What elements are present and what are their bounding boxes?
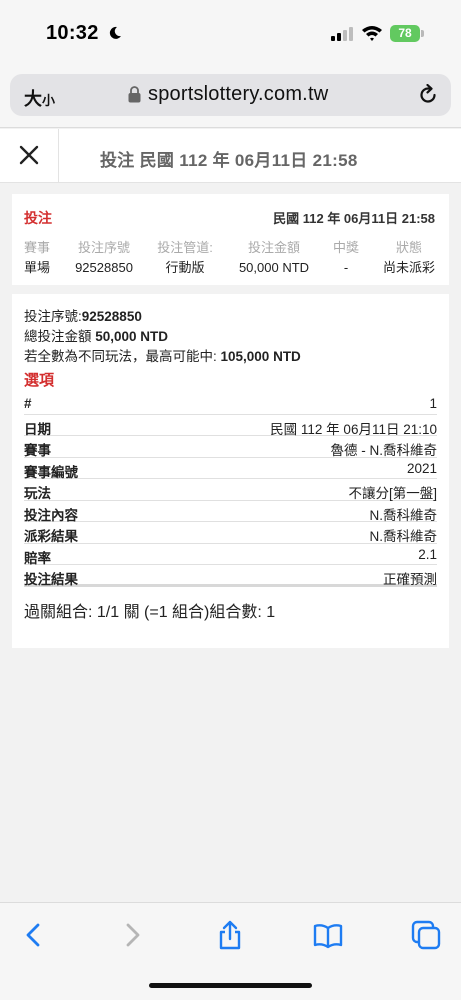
close-icon[interactable] bbox=[17, 143, 41, 167]
summary-col-status: 狀態 尚未派彩 bbox=[382, 240, 435, 275]
status-bar: 10:32 78 bbox=[0, 0, 461, 62]
summary-columns: 賽事 單場 投注序號 92528850 投注管道: 行動版 投注金額 50,00… bbox=[12, 238, 449, 278]
browser-address-area: 大小 sportslottery.com.tw bbox=[0, 62, 461, 128]
table-row: 賽事 魯德 - N.喬科維奇 bbox=[24, 436, 437, 458]
table-row: 投注內容 N.喬科維奇 bbox=[24, 501, 437, 523]
serial-line: 投注序號:92528850 bbox=[24, 309, 142, 324]
table-row: 派彩結果 N.喬科維奇 bbox=[24, 522, 437, 544]
table-row: 賠率 2.1 bbox=[24, 544, 437, 566]
bet-date: 民國 112 年 06月11日 21:58 bbox=[273, 211, 435, 226]
summary-col-win: 中獎 - bbox=[332, 240, 359, 275]
battery-level: 78 bbox=[398, 26, 412, 40]
summary-col-channel: 投注管道: 行動版 bbox=[157, 240, 213, 275]
summary-col-serial: 投注序號 92528850 bbox=[75, 240, 133, 275]
tabs-icon[interactable] bbox=[410, 919, 442, 951]
url-text[interactable]: sportslottery.com.tw bbox=[148, 83, 328, 106]
battery-icon: 78 bbox=[390, 25, 424, 43]
forward-icon[interactable] bbox=[116, 919, 148, 951]
table-row: #1 bbox=[24, 393, 437, 415]
total-amount-line: 總投注金額 50,000 NTD bbox=[24, 329, 169, 344]
table-row: 賽事編號 2021 bbox=[24, 458, 437, 480]
table-row: 日期 民國 112 年 06月11日 21:10 bbox=[24, 415, 437, 437]
header-divider bbox=[58, 129, 59, 183]
share-icon[interactable] bbox=[214, 919, 246, 951]
text-size-button[interactable]: 大小 bbox=[24, 85, 55, 111]
status-time: 10:32 bbox=[46, 22, 99, 44]
options-heading: 選項 bbox=[24, 372, 55, 389]
bet-detail-card: 投注序號:92528850 總投注金額 50,000 NTD 若全數為不同玩法，… bbox=[12, 294, 449, 648]
table-row: 投注結果 正確預測 bbox=[24, 565, 437, 587]
combination-summary: 過關組合: 1/1 關 (=1 組合)組合數: 1 bbox=[24, 604, 276, 621]
page-header: 投注 民國 112 年 06月11日 21:58 bbox=[0, 129, 461, 183]
signal-icon bbox=[331, 27, 353, 41]
max-payout-line: 若全數為不同玩法，最高可能中: 105,000 NTD bbox=[24, 349, 301, 364]
summary-col-amount: 投注金額 50,000 NTD bbox=[238, 240, 310, 275]
lock-icon bbox=[128, 86, 141, 103]
moon-icon bbox=[109, 26, 121, 39]
page-title: 投注 民國 112 年 06月11日 21:58 bbox=[100, 151, 358, 170]
wifi-icon bbox=[362, 26, 382, 41]
bet-type-label: 投注 bbox=[24, 210, 52, 226]
address-bar[interactable]: 大小 sportslottery.com.tw bbox=[10, 74, 451, 116]
bet-summary-card: 投注 民國 112 年 06月11日 21:58 賽事 單場 投注序號 9252… bbox=[12, 194, 449, 285]
table-row: 玩法 不讓分[第一盤] bbox=[24, 479, 437, 501]
bookmarks-icon[interactable] bbox=[312, 919, 344, 951]
back-icon[interactable] bbox=[18, 919, 50, 951]
reload-icon[interactable] bbox=[417, 84, 439, 106]
options-table: #1 日期 民國 112 年 06月11日 21:10 賽事 魯德 - N.喬科維奇… bbox=[24, 393, 437, 587]
home-indicator bbox=[149, 983, 312, 988]
summary-col-event: 賽事 單場 bbox=[24, 240, 51, 275]
